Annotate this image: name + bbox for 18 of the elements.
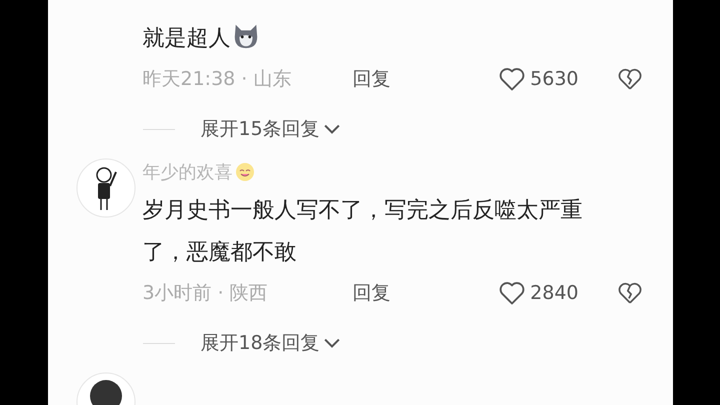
expand-replies-link[interactable]: 展开18条回复 xyxy=(200,330,320,356)
reply-link[interactable]: 回复 xyxy=(352,280,390,306)
chevron-down-icon[interactable] xyxy=(324,123,340,135)
comment-text: 岁月史书一般人写不了，写完之后反噬太严重了，恶魔都不敢 xyxy=(142,197,582,267)
like-button[interactable]: 2840 xyxy=(498,279,578,307)
like-button[interactable]: 5630 xyxy=(498,65,578,93)
broken-heart-icon[interactable] xyxy=(616,280,642,306)
chevron-down-icon[interactable] xyxy=(324,337,340,349)
reply-link[interactable]: 回复 xyxy=(352,66,390,92)
expand-replies-link[interactable]: 展开15条回复 xyxy=(200,116,320,142)
broken-heart-icon[interactable] xyxy=(616,66,642,92)
comment-time-location: 昨天21:38 · 山东 xyxy=(142,67,292,92)
avatar-icon[interactable] xyxy=(76,158,136,218)
heart-icon xyxy=(498,65,526,93)
comment-time-location: 3小时前 · 陕西 xyxy=(142,281,269,306)
smiley-emoji-icon xyxy=(234,162,254,182)
heart-icon xyxy=(498,279,526,307)
comment-text: 就是超人 xyxy=(142,18,260,60)
